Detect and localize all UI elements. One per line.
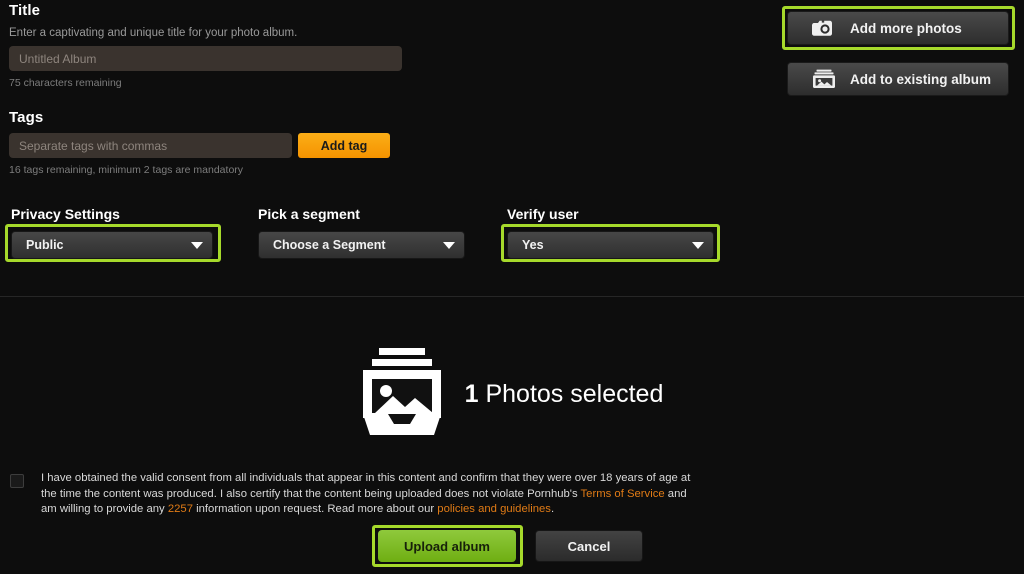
verify-user-group: Verify user Yes <box>507 206 714 259</box>
tags-input[interactable] <box>9 133 292 158</box>
photos-selected-text: 1 Photos selected <box>465 380 664 409</box>
privacy-settings-label: Privacy Settings <box>11 206 120 222</box>
add-tag-button[interactable]: Add tag <box>298 133 390 158</box>
consent-part-4: . <box>550 503 555 515</box>
terms-of-service-link[interactable]: Terms of Service <box>581 488 665 500</box>
title-character-counter: 75 characters remaining <box>9 77 122 89</box>
consent-part-3: information upon request. Read more abou… <box>192 503 438 515</box>
verify-user-value: Yes <box>522 238 544 252</box>
chevron-down-icon <box>443 241 455 249</box>
pick-a-segment-label: Pick a segment <box>258 206 360 222</box>
pick-a-segment-value: Choose a Segment <box>273 238 386 252</box>
album-stack-icon <box>812 69 836 89</box>
add-to-existing-album-button[interactable]: Add to existing album <box>787 62 1009 96</box>
photos-selected-label: Photos selected <box>485 380 664 408</box>
title-label: Title <box>9 2 41 19</box>
verify-user-select[interactable]: Yes <box>507 231 714 259</box>
tags-row: Add tag <box>9 133 479 158</box>
pick-a-segment-group: Pick a segment Choose a Segment <box>258 206 465 259</box>
upload-album-page: Title Enter a captivating and unique tit… <box>0 0 1024 574</box>
add-to-existing-album-label: Add to existing album <box>850 71 992 87</box>
section-divider <box>0 296 1024 297</box>
add-more-photos-label: Add more photos <box>850 20 962 36</box>
verify-user-label: Verify user <box>507 206 579 222</box>
cancel-button[interactable]: Cancel <box>535 530 643 562</box>
privacy-settings-group: Privacy Settings Public <box>11 206 213 259</box>
photos-selected-block: 1 Photos selected <box>0 348 1024 441</box>
consent-text: I have obtained the valid consent from a… <box>41 471 700 518</box>
upload-album-button[interactable]: Upload album <box>378 530 516 562</box>
privacy-settings-value: Public <box>26 238 64 252</box>
title-help-text: Enter a captivating and unique title for… <box>9 27 298 39</box>
pick-a-segment-select[interactable]: Choose a Segment <box>258 231 465 259</box>
camera-icon <box>812 18 836 38</box>
policies-and-guidelines-link[interactable]: policies and guidelines <box>437 503 551 515</box>
chevron-down-icon <box>191 241 203 249</box>
title-input[interactable] <box>9 46 402 71</box>
2257-link[interactable]: 2257 <box>168 503 193 515</box>
consent-checkbox[interactable] <box>10 474 24 488</box>
photo-stack-icon <box>361 348 443 441</box>
add-more-photos-button[interactable]: Add more photos <box>787 11 1009 45</box>
tags-label: Tags <box>9 109 44 126</box>
photos-selected-count: 1 <box>464 380 479 408</box>
chevron-down-icon <box>692 241 704 249</box>
tags-counter: 16 tags remaining, minimum 2 tags are ma… <box>9 164 244 176</box>
album-form: Title Enter a captivating and unique tit… <box>9 2 479 176</box>
privacy-settings-select[interactable]: Public <box>11 231 213 259</box>
consent-row: I have obtained the valid consent from a… <box>10 471 700 518</box>
